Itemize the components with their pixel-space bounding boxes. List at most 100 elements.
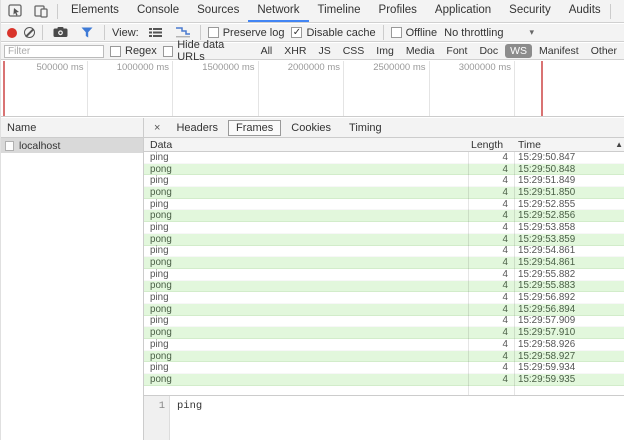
details-tab-frames[interactable]: Frames — [228, 120, 281, 136]
table-row[interactable]: pong415:29:55.883 — [144, 281, 624, 293]
cell-time: 15:29:50.848 — [514, 164, 624, 175]
request-details-panel: × HeadersFramesCookiesTiming Data Length… — [144, 118, 624, 440]
tab-audits[interactable]: Audits — [560, 0, 610, 22]
table-row[interactable]: pong415:29:53.859 — [144, 234, 624, 246]
column-header-data[interactable]: Data — [144, 139, 468, 151]
sort-ascending-icon[interactable]: ▲ — [615, 140, 623, 149]
filter-input[interactable] — [4, 45, 104, 58]
details-tab-timing[interactable]: Timing — [341, 120, 390, 136]
tab-sources[interactable]: Sources — [188, 0, 248, 22]
hide-data-urls-checkbox[interactable]: Hide data URLs — [163, 39, 250, 63]
clear-icon[interactable] — [24, 27, 35, 38]
filter-funnel-icon[interactable] — [77, 23, 97, 43]
disable-cache-label: Disable cache — [306, 27, 375, 39]
request-name: localhost — [19, 140, 60, 152]
timeline-gridline: 1000000 ms — [172, 61, 173, 116]
tab-timeline[interactable]: Timeline — [309, 0, 370, 22]
screenshot-camera-icon[interactable] — [50, 23, 70, 43]
inspect-element-icon[interactable] — [5, 1, 25, 21]
cell-time: 15:29:54.861 — [514, 257, 624, 268]
filter-type-font[interactable]: Font — [441, 44, 472, 58]
checkbox-box[interactable] — [208, 27, 219, 38]
cell-length: 4 — [468, 234, 514, 245]
cell-time: 15:29:59.935 — [514, 374, 624, 385]
frame-content[interactable]: ping — [170, 396, 202, 440]
offline-checkbox[interactable]: Offline — [391, 27, 438, 39]
disable-cache-checkbox[interactable]: ✓ Disable cache — [291, 27, 375, 39]
cell-data: ping — [144, 269, 468, 280]
table-row[interactable]: ping415:29:57.909 — [144, 316, 624, 328]
filter-type-ws[interactable]: WS — [505, 44, 532, 58]
table-row[interactable]: pong415:29:57.910 — [144, 327, 624, 339]
filter-type-js[interactable]: JS — [313, 44, 335, 58]
table-row[interactable]: ping415:29:58.926 — [144, 339, 624, 351]
filter-type-xhr[interactable]: XHR — [279, 44, 311, 58]
cell-data: pong — [144, 164, 468, 175]
requests-sidebar: Name localhost — [1, 118, 144, 440]
device-toolbar-icon[interactable] — [31, 1, 51, 21]
column-header-time[interactable]: Time — [514, 139, 624, 151]
filter-type-other[interactable]: Other — [586, 44, 622, 58]
table-row[interactable]: ping415:29:53.858 — [144, 222, 624, 234]
table-row[interactable]: pong415:29:52.856 — [144, 210, 624, 222]
tabbar-right: ⋮ ✕ — [610, 0, 624, 22]
overflow-menu-icon[interactable]: ⋮ — [611, 3, 624, 19]
table-row[interactable]: pong415:29:54.861 — [144, 257, 624, 269]
table-row[interactable]: ping415:29:52.855 — [144, 199, 624, 211]
cell-time: 15:29:53.858 — [514, 222, 624, 233]
cell-data: pong — [144, 327, 468, 338]
tab-profiles[interactable]: Profiles — [370, 0, 426, 22]
cell-time: 15:29:55.882 — [514, 269, 624, 280]
preserve-log-label: Preserve log — [223, 27, 285, 39]
filter-type-doc[interactable]: Doc — [474, 44, 503, 58]
table-row[interactable]: ping415:29:54.861 — [144, 246, 624, 258]
table-row[interactable]: ping415:29:56.892 — [144, 292, 624, 304]
table-row[interactable]: pong415:29:51.850 — [144, 187, 624, 199]
table-row[interactable]: ping415:29:59.934 — [144, 362, 624, 374]
column-header-length[interactable]: Length — [468, 139, 514, 151]
regex-checkbox[interactable]: Regex — [110, 45, 157, 57]
tab-application[interactable]: Application — [426, 0, 500, 22]
preserve-log-checkbox[interactable]: Preserve log — [208, 27, 285, 39]
table-row[interactable]: pong415:29:50.848 — [144, 164, 624, 176]
record-button[interactable] — [7, 28, 17, 38]
filter-type-css[interactable]: CSS — [338, 44, 370, 58]
table-row[interactable]: pong415:29:58.927 — [144, 351, 624, 363]
cell-length: 4 — [468, 362, 514, 373]
tab-console[interactable]: Console — [128, 0, 188, 22]
cell-time: 15:29:55.883 — [514, 280, 624, 291]
tab-security[interactable]: Security — [500, 0, 560, 22]
checkbox-box[interactable] — [163, 46, 173, 57]
checkbox-box[interactable]: ✓ — [291, 27, 302, 38]
details-tab-headers[interactable]: Headers — [168, 120, 226, 136]
throttling-dropdown[interactable]: No throttling ▾ — [444, 27, 534, 39]
cell-length: 4 — [468, 269, 514, 280]
cell-length: 4 — [468, 304, 514, 315]
table-row[interactable]: pong415:29:59.935 — [144, 374, 624, 386]
filter-type-media[interactable]: Media — [401, 44, 440, 58]
details-tab-cookies[interactable]: Cookies — [283, 120, 339, 136]
filter-type-img[interactable]: Img — [371, 44, 399, 58]
table-row[interactable]: pong415:29:56.894 — [144, 304, 624, 316]
frame-preview-pane: 1 ping — [144, 395, 624, 440]
request-row-localhost[interactable]: localhost — [1, 138, 143, 153]
tab-elements[interactable]: Elements — [62, 0, 128, 22]
table-row[interactable]: ping415:29:51.849 — [144, 175, 624, 187]
close-details-icon[interactable]: × — [148, 122, 166, 134]
network-overview-timeline[interactable]: 500000 ms1000000 ms1500000 ms2000000 ms2… — [1, 61, 624, 117]
tab-network[interactable]: Network — [248, 0, 308, 22]
checkbox-box[interactable] — [110, 46, 121, 57]
filter-type-all[interactable]: All — [256, 44, 278, 58]
cell-data: pong — [144, 351, 468, 362]
cell-time: 15:29:57.910 — [514, 327, 624, 338]
table-row[interactable]: ping415:29:55.882 — [144, 269, 624, 281]
filter-type-manifest[interactable]: Manifest — [534, 44, 584, 58]
table-row[interactable]: ping415:29:50.847 — [144, 152, 624, 164]
checkbox-box[interactable] — [391, 27, 402, 38]
cell-length: 4 — [468, 327, 514, 338]
divider — [383, 25, 384, 40]
name-column-header[interactable]: Name — [1, 118, 143, 138]
offline-label: Offline — [406, 27, 438, 39]
cell-time: 15:29:58.927 — [514, 351, 624, 362]
cell-length: 4 — [468, 175, 514, 186]
